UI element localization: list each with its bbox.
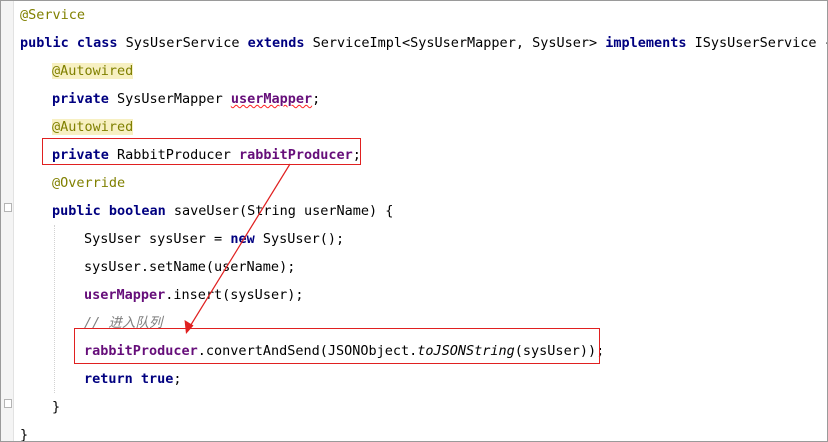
arrow-line [188, 163, 291, 329]
code-editor[interactable]: @Service public class SysUserService exte… [0, 0, 828, 442]
annotation-arrow [184, 163, 291, 334]
